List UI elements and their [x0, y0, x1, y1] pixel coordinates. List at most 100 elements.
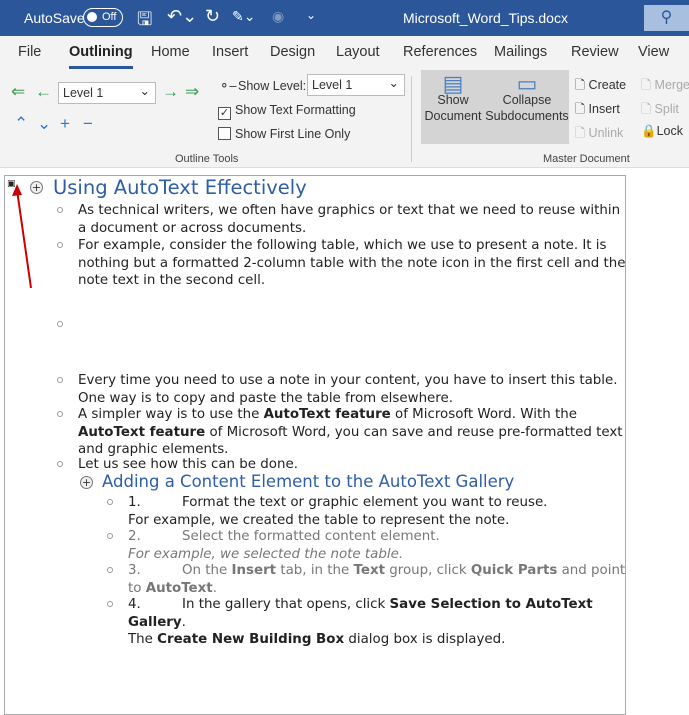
unlink-button[interactable]: 🗋 Unlink	[575, 124, 623, 145]
outline-bullet[interactable]	[107, 533, 113, 539]
merge-label: Merge	[654, 78, 689, 92]
show-document-icon: ▤	[442, 71, 464, 96]
create-icon: 🗋	[575, 78, 586, 92]
checkbox-checked[interactable]: ✓	[218, 107, 231, 120]
unlink-icon: 🗋	[575, 126, 586, 140]
unlink-label: Unlink	[588, 126, 624, 140]
text-run: Let us see how this can be done.	[78, 457, 298, 472]
tab-insert[interactable]: Insert	[212, 44, 248, 60]
demote-icon[interactable]: →	[162, 82, 179, 102]
demote-to-body-icon[interactable]: ⇒	[185, 82, 199, 102]
group-divider	[411, 76, 412, 162]
step-paragraph: 4. In the gallery that opens, click Save …	[128, 596, 628, 649]
text-run: .	[181, 614, 186, 630]
show-level-label: Show Level:	[238, 79, 307, 93]
text-run: AutoText feature	[78, 424, 206, 440]
format-painter-icon[interactable]: ✎⌄	[232, 8, 255, 25]
tab-design[interactable]: Design	[270, 44, 315, 60]
outline-bullet[interactable]	[57, 321, 63, 327]
tab-layout[interactable]: Layout	[336, 44, 380, 60]
insert-subdoc-icon: 🗋	[575, 102, 586, 116]
outline-bullet[interactable]	[57, 411, 63, 417]
show-level-icon: ⚬–	[219, 79, 237, 93]
checkbox-unchecked[interactable]	[218, 127, 231, 140]
outline-bullet[interactable]	[57, 207, 63, 213]
promote-to-heading1-icon[interactable]: ⇐	[11, 82, 25, 102]
split-button[interactable]: 🗋 Split	[641, 100, 679, 121]
outline-bullet[interactable]	[57, 377, 63, 383]
title-bar: AutoSave Off 🖫 ↶⌄ ↻ ✎⌄ ◉ ⌄ Microsoft_Wor…	[0, 0, 689, 36]
autosave-label: AutoSave	[24, 10, 85, 26]
search-icon[interactable]: ⚲	[644, 5, 689, 31]
outline-bullet[interactable]	[57, 461, 63, 467]
text-run: A simpler way is to use the	[78, 407, 264, 422]
expand-heading-icon[interactable]: +	[30, 181, 43, 194]
heading-2: Adding a Content Element to the AutoText…	[102, 472, 515, 491]
insert-label: Insert	[588, 102, 620, 116]
touch-mode-icon[interactable]: ◉	[272, 8, 284, 25]
move-up-icon[interactable]: ⌃	[14, 114, 28, 134]
text-run: On the	[182, 563, 232, 578]
lock-icon: 🔒	[641, 124, 657, 138]
split-icon: 🗋	[641, 102, 652, 116]
show-text-formatting-label: Show Text Formatting	[235, 103, 356, 117]
merge-icon: 🗋	[641, 78, 652, 92]
tab-outlining[interactable]: Outlining	[69, 44, 133, 69]
text-run: Select the formatted content element.	[182, 529, 440, 544]
merge-button[interactable]: 🗋 Merge	[641, 76, 689, 97]
show-level-select[interactable]: Level 1	[307, 74, 405, 96]
insert-button[interactable]: 🗋 Insert	[575, 100, 620, 121]
undo-icon[interactable]: ↶⌄	[167, 6, 197, 27]
show-text-formatting-checkbox[interactable]: ✓ Show Text Formatting	[218, 103, 356, 120]
expand-icon[interactable]: +	[60, 114, 70, 134]
ribbon-tabs: File Outlining Home Insert Design Layout…	[0, 36, 689, 70]
body-paragraph: A simpler way is to use the AutoText fea…	[78, 406, 628, 459]
text-run: For example, we created the table to rep…	[128, 512, 510, 528]
tab-file[interactable]: File	[18, 44, 41, 60]
promote-icon[interactable]: ←	[35, 82, 52, 102]
split-label: Split	[654, 102, 679, 116]
collapse-subdocuments-button[interactable]: ▭ Collapse Subdocuments	[485, 71, 569, 124]
create-button[interactable]: 🗋 Create	[575, 76, 626, 97]
step-number: 4.	[128, 597, 141, 612]
autosave-toggle[interactable]: Off	[83, 8, 123, 27]
step-number: 1.	[128, 495, 141, 510]
step-paragraph: 1. Format the text or graphic element you…	[128, 494, 628, 529]
customize-toolbar-icon[interactable]: ⌄	[306, 8, 316, 22]
redo-icon[interactable]: ↻	[205, 6, 220, 27]
body-paragraph: Let us see how this can be done.	[78, 456, 628, 474]
body-paragraph: For example, consider the following tabl…	[78, 237, 628, 290]
show-document-button[interactable]: ▤ Show Document	[421, 71, 485, 124]
step-note: For example, we created the table to rep…	[128, 512, 628, 530]
outline-level-select[interactable]: Level 1	[58, 82, 156, 104]
document-area[interactable]: ▣ + Using AutoText Effectively As techni…	[4, 175, 626, 715]
show-document-label: Show Document	[424, 93, 482, 123]
show-first-line-label: Show First Line Only	[235, 127, 351, 141]
outline-bullet[interactable]	[107, 567, 113, 573]
text-run: In the gallery that opens, click	[182, 597, 390, 612]
text-run: For example, consider the following tabl…	[78, 238, 626, 288]
tab-review[interactable]: Review	[571, 44, 619, 60]
expand-heading-icon[interactable]: +	[80, 476, 93, 489]
create-label: Create	[588, 78, 627, 92]
outline-bullet[interactable]	[107, 499, 113, 505]
document-title: Microsoft_Word_Tips.docx	[403, 10, 568, 26]
step-note: The Create New Building Box dialog box i…	[128, 631, 628, 649]
outline-bullet[interactable]	[107, 601, 113, 607]
body-paragraph: Every time you need to use a note in you…	[78, 372, 628, 407]
collapse-subdocuments-icon: ▭	[516, 71, 538, 96]
collapse-subdocuments-label: Collapse Subdocuments	[485, 93, 569, 123]
tab-mailings[interactable]: Mailings	[494, 44, 547, 60]
tab-references[interactable]: References	[403, 44, 477, 60]
tab-view[interactable]: View	[638, 44, 669, 60]
collapse-icon[interactable]: −	[83, 114, 93, 134]
red-arrow-annotation	[12, 184, 32, 289]
save-icon[interactable]: 🖫	[137, 7, 152, 37]
text-run: tab, in the	[276, 563, 354, 578]
lock-button[interactable]: 🔒Lock	[641, 124, 683, 139]
tab-home[interactable]: Home	[151, 44, 190, 60]
outline-bullet[interactable]	[57, 242, 63, 248]
move-down-icon[interactable]: ⌄	[37, 114, 51, 134]
show-first-line-checkbox[interactable]: Show First Line Only	[218, 127, 350, 141]
text-run: group, click	[385, 563, 471, 578]
